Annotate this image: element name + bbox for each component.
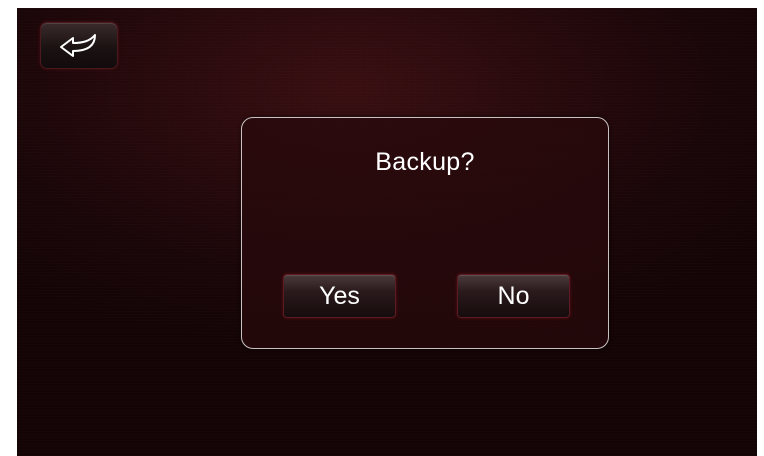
back-arrow-icon xyxy=(60,33,96,57)
back-button[interactable] xyxy=(40,22,118,69)
backup-dialog: Backup? Yes No xyxy=(241,117,609,349)
screen: Backup? Yes No xyxy=(17,8,757,456)
yes-button[interactable]: Yes xyxy=(283,274,396,318)
no-button[interactable]: No xyxy=(457,274,570,318)
dialog-title: Backup? xyxy=(375,148,475,176)
